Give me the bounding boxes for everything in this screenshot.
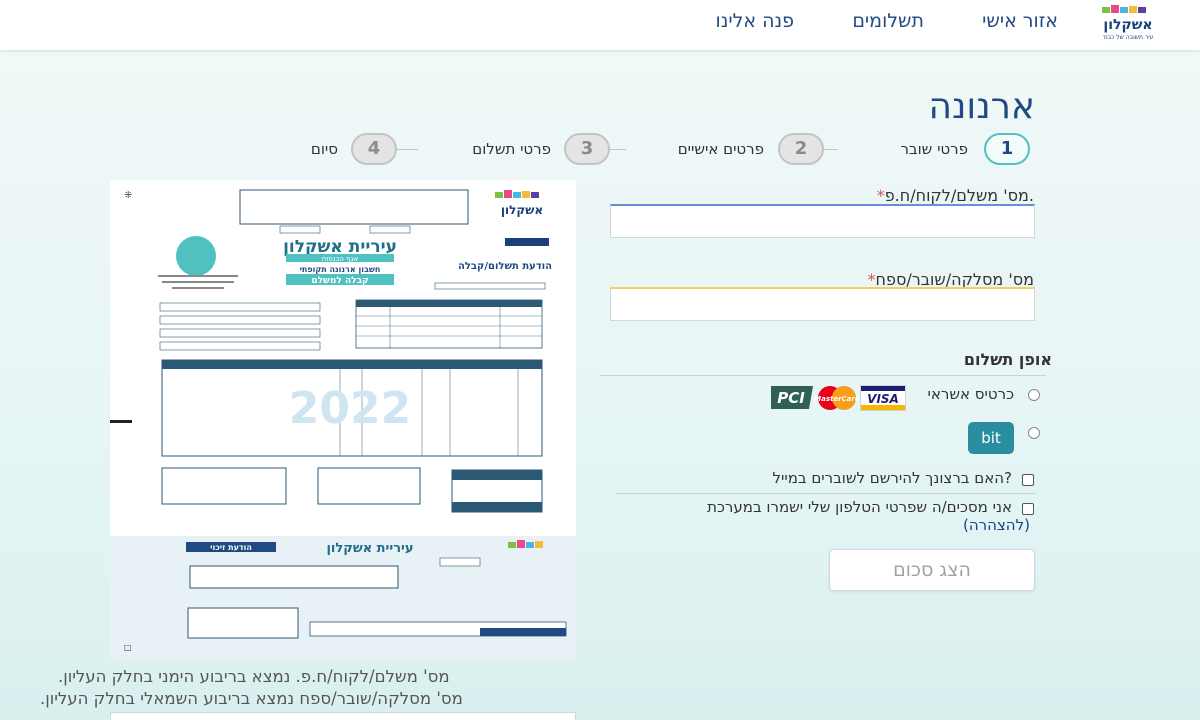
bill-receipt-label: קבלה למשלם [311, 276, 368, 286]
email-signup-checkbox[interactable] [1022, 474, 1034, 486]
payment-method-title: אופן תשלום [963, 350, 1052, 369]
bill-illustration: ⁜ אשקלון עיריית אשקלון אגף הכנסות חשבון … [110, 189, 576, 660]
step-number-1: 1 [984, 133, 1030, 165]
logo-subtitle: עיר תשובה של כבוד [1103, 34, 1154, 41]
nav-contact-us[interactable]: פנה אלינו [716, 10, 794, 32]
credit-card-label[interactable]: כרטיס אשראי [928, 385, 1014, 403]
step-label-payment: פרטי תשלום [472, 140, 551, 158]
bit-icon[interactable]: bit [968, 422, 1014, 454]
mastercard-icon: MasterCard [814, 385, 861, 411]
step-label-personal: פרטים אישיים [677, 140, 764, 158]
nav-personal-area[interactable]: אזור אישי [982, 10, 1058, 32]
phone-consent-label[interactable]: אני מסכים/ה שפרטי הטלפון שלי ישמרו במערכ… [707, 498, 1012, 516]
payer-number-label: *מס' משלם/לקוח/ח.פ. [877, 186, 1034, 205]
bit-radio[interactable] [1028, 427, 1040, 439]
phone-consent-checkbox[interactable] [1022, 503, 1034, 515]
step-connector [610, 149, 626, 150]
payer-number-hint: מס' משלם/לקוח/ח.פ. נמצא בריבוע הימני בחל… [58, 667, 450, 686]
pci-text: PCI [777, 389, 805, 407]
email-signup-label[interactable]: האם ברצונך להירשם לשוברים במייל? [772, 469, 1012, 487]
svg-text:⁜: ⁜ [124, 190, 132, 201]
bill-city-name-bottom: עיריית אשקלון [326, 541, 413, 556]
step-label-voucher: פרטי שובר [900, 140, 968, 158]
step-number-2: 2 [778, 133, 824, 165]
bill-notice-title: הודעת תשלום/קבלה [458, 261, 552, 272]
voucher-number-hint: מס' מסלקה/שובר/ספח נמצא בריבוע השמאלי בח… [40, 689, 463, 708]
pci-icon: PCI [769, 384, 815, 411]
show-amount-button[interactable]: הצג סכום [829, 549, 1035, 591]
voucher-number-input[interactable] [610, 287, 1035, 321]
bill-type: חשבון ארנונה תקופתי [300, 265, 381, 274]
page-title: ארנונה [928, 86, 1035, 127]
step-connector [822, 149, 838, 150]
bill-year-watermark: 2022 [289, 383, 411, 434]
step-connector [396, 149, 418, 150]
top-navigation-bar: אשקלון עיר תשובה של כבוד אזור אישי תשלומ… [0, 0, 1200, 50]
svg-text:□: □ [124, 643, 132, 652]
bill-credit-notice: הודעת זיכוי [210, 543, 252, 552]
visa-icon: VISA [860, 385, 906, 411]
payer-number-label-text: מס' משלם/לקוח/ח.פ. [884, 186, 1034, 205]
step-label-finish: סיום [310, 140, 338, 158]
declaration-link[interactable]: (להצהרה) [963, 516, 1030, 534]
ashkelon-logo-icon[interactable]: אשקלון עיר תשובה של כבוד [1098, 3, 1158, 45]
sample-bill-image: ⁜ אשקלון עיריית אשקלון אגף הכנסות חשבון … [110, 180, 576, 660]
credit-card-radio[interactable] [1028, 389, 1040, 401]
divider [616, 493, 1036, 494]
nav-payments[interactable]: תשלומים [852, 10, 924, 32]
logo-text: אשקלון [1103, 17, 1152, 33]
step-number-4: 4 [351, 133, 397, 165]
required-asterisk: * [876, 186, 885, 205]
visa-text: VISA [867, 392, 899, 406]
mastercard-text: MasterCard [815, 395, 859, 403]
bill-logo-text: אשקלון [501, 203, 543, 217]
bottom-panel-edge [110, 712, 576, 720]
payer-number-input[interactable] [610, 204, 1035, 238]
step-number-3: 3 [564, 133, 610, 165]
divider [600, 375, 1046, 376]
bill-subtitle: אגף הכנסות [322, 255, 359, 263]
